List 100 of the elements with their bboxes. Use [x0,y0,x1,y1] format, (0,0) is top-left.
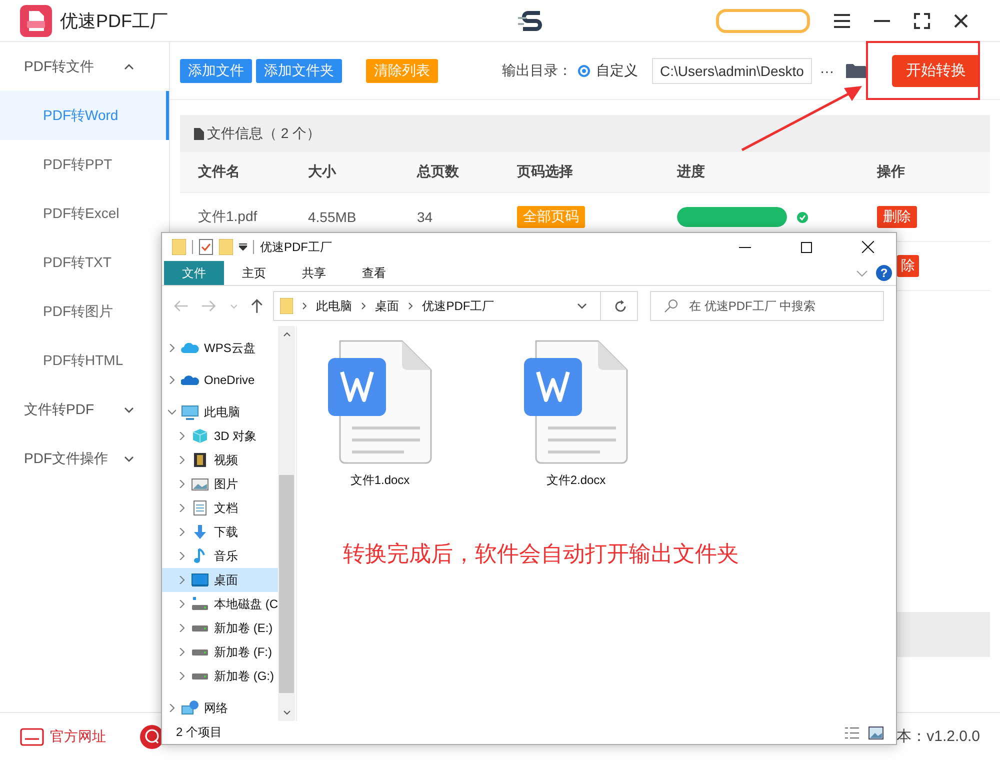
close-icon[interactable] [862,241,874,253]
nav-item[interactable]: 文档 [162,496,278,520]
chevron-right-icon[interactable] [178,528,186,536]
nav-item[interactable]: 新加卷 (G:) [162,664,278,688]
scrollbar-thumb[interactable] [279,474,294,692]
window-title: 优速PDF工厂 [260,238,332,256]
annotation-caption: 转换完成后，软件会自动打开输出文件夹 [343,540,740,568]
nav-item[interactable]: 桌面 [162,568,278,592]
scroll-up-icon[interactable] [282,332,290,337]
more-button[interactable]: ··· [816,62,838,78]
help-button[interactable]: ? [876,265,892,281]
chevron-right-icon[interactable] [178,504,186,512]
chevron-right-icon[interactable] [178,456,186,464]
refresh-icon[interactable] [614,300,627,312]
scroll-down-icon[interactable] [282,710,290,715]
breadcrumb-item[interactable]: 此电脑 [316,298,352,314]
minimize-icon[interactable] [874,20,890,22]
chevron-right-icon[interactable] [168,344,176,352]
group-label: PDF转文件 [24,58,94,76]
delete-button[interactable]: 除 [897,255,919,277]
chevron-right-icon[interactable] [178,480,186,488]
table-cell-text: 4.55MB [308,209,358,225]
drive-icon [191,596,209,612]
nav-item[interactable]: 音乐 [162,544,278,568]
chevron-down-icon[interactable] [577,303,587,309]
chevron-right-icon[interactable] [168,376,176,384]
file-name[interactable]: 文件1.docx [350,472,410,489]
folder-icon[interactable] [846,62,866,78]
nav-item[interactable]: WPS云盘 [162,336,278,360]
file-name[interactable]: 文件2.docx [546,472,606,489]
ribbon-tab[interactable]: 查看 [344,261,404,285]
minimize-icon[interactable] [739,246,751,248]
drive-icon [191,624,209,632]
chevron-right-icon[interactable] [178,432,186,440]
details-view-icon[interactable] [844,726,860,740]
column-header: 操作 [877,163,906,181]
chevron-right-icon[interactable] [178,648,186,656]
download-arrow-icon [191,524,209,540]
drive-icon [191,648,209,656]
column-header: 大小 [308,163,338,181]
chevron-right-icon[interactable] [168,704,176,712]
maximize-icon[interactable] [801,242,812,252]
column-header: 文件名 [198,163,241,181]
search-field[interactable]: 在 优速PDF工厂 中搜索 [650,291,884,321]
nav-item[interactable]: 本地磁盘 (C [162,592,278,616]
address-bar[interactable]: 此电脑 桌面 优速PDF工厂 [273,291,638,321]
dropdown-icon[interactable] [239,243,247,251]
image-icon [191,476,209,492]
table-cell-text: 文件1.pdf [198,208,258,226]
delete-button[interactable]: 删除 [877,206,917,228]
menu-icon[interactable] [834,14,850,28]
website-icon [20,728,44,746]
chevron-right-icon[interactable] [178,552,186,560]
nav-item[interactable]: 网络 [162,696,278,720]
nav-item[interactable]: 下载 [162,520,278,544]
chevron-down-icon[interactable] [168,408,176,416]
breadcrumb-item[interactable]: 桌面 [375,298,400,314]
ribbon-tab[interactable]: 主页 [224,261,284,285]
chevron-right-icon [302,302,308,310]
chevron-right-icon[interactable] [178,624,186,632]
group-label: 文件转PDF [24,400,94,418]
ribbon-tab[interactable]: 文件 [164,261,224,285]
scrollbar[interactable] [278,326,295,721]
chevron-right-icon[interactable] [178,600,186,608]
folder-icon [280,298,294,314]
nav-item[interactable]: 新加卷 (F:) [162,640,278,664]
properties-icon[interactable] [199,239,213,255]
website-link[interactable]: 官方网址 [50,728,106,746]
custom-radio[interactable]: 自定义 [578,62,638,80]
up-arrow-icon[interactable] [251,299,264,313]
chevron-right-icon [361,302,366,310]
app-title: 优速PDF工厂 [60,10,168,32]
chevron-right-icon[interactable] [178,672,186,680]
nav-item[interactable]: 新加卷 (E:) [162,616,278,640]
version-text: 本：v1.2.0.0 [896,727,980,746]
cube-icon [191,428,209,444]
search-icon [664,299,678,313]
sidebar-item[interactable]: PDF转PPT [0,140,169,189]
column-header: 页码选择 [517,163,574,181]
app-logo-icon [20,4,52,36]
column-header: 总页数 [417,163,460,181]
start-button[interactable]: 开始转换 [892,54,980,86]
breadcrumb-item[interactable]: 优速PDF工厂 [422,298,494,314]
radio-circle[interactable] [578,64,590,76]
word-document-icon[interactable] [328,340,432,464]
film-icon [191,452,209,468]
output-label: 输出目录： [502,62,572,80]
sidebar-group[interactable]: PDF转文件 [0,42,169,91]
chevron-right-icon[interactable] [178,576,186,584]
close-icon[interactable] [954,14,968,28]
item-count: 2 个项目 [176,724,222,741]
fullscreen-icon[interactable] [914,12,930,28]
output-path-field[interactable]: C:\Users\admin\Deskto [652,58,812,84]
large-icons-view-icon[interactable] [868,726,884,740]
sidebar-item[interactable]: PDF转Excel [0,189,169,238]
ribbon-tab[interactable]: 共享 [284,261,344,285]
column-header: 进度 [677,163,706,181]
panel-title: 文件信息（ 2 个） [207,124,321,142]
word-document-icon[interactable] [524,340,628,464]
monitor-icon [191,572,209,588]
